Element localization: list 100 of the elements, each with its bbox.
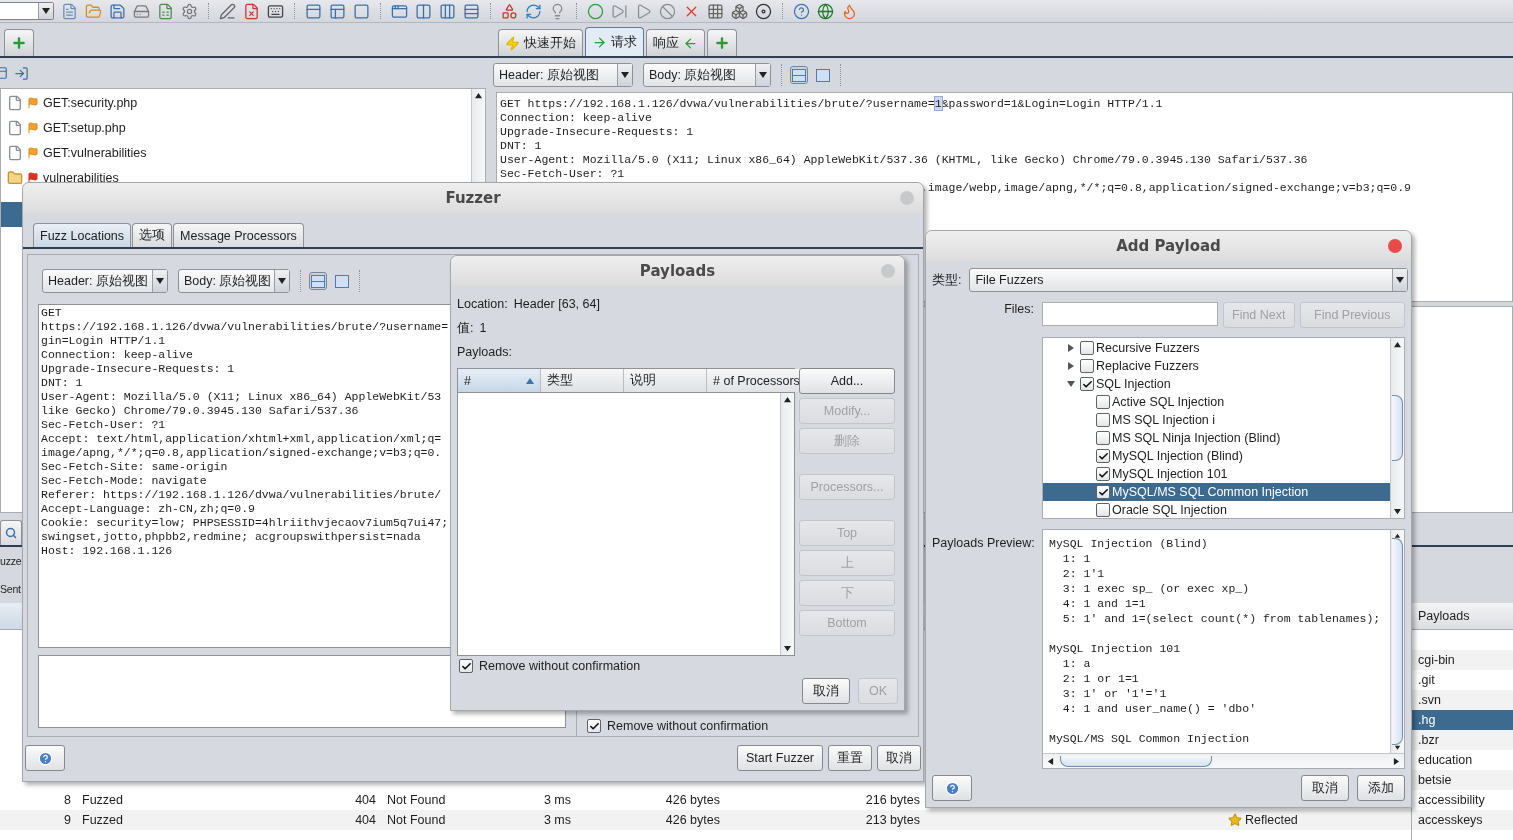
checkbox[interactable]	[587, 719, 601, 733]
drive-icon[interactable]	[133, 2, 150, 20]
checkbox[interactable]	[1096, 413, 1110, 427]
help-button[interactable]	[932, 775, 972, 801]
spreadsheet-icon[interactable]	[157, 2, 174, 20]
checkbox[interactable]	[1096, 467, 1110, 481]
checkbox[interactable]	[1096, 503, 1110, 517]
tab[interactable]: Message Processors	[173, 223, 304, 247]
checkbox[interactable]	[1080, 359, 1094, 373]
checkbox[interactable]	[1096, 485, 1110, 499]
list-item[interactable]: betsie	[1412, 770, 1513, 790]
add-tab-button[interactable]	[4, 29, 34, 56]
save-icon[interactable]	[109, 2, 126, 20]
checkbox[interactable]	[459, 659, 473, 673]
window-icon[interactable]	[391, 2, 408, 20]
flame-icon[interactable]	[841, 2, 858, 20]
tree-item[interactable]: vulnerabilities	[1, 165, 471, 190]
tree-item[interactable]: MS SQL Injection i	[1043, 411, 1390, 429]
help-button[interactable]	[25, 745, 65, 771]
type-select[interactable]: File Fuzzers	[969, 268, 1409, 292]
layout-toggle[interactable]	[333, 272, 351, 290]
vertical-scrollbar[interactable]	[1390, 338, 1404, 518]
list-item[interactable]: .hg	[1412, 710, 1513, 730]
tab[interactable]: 快速开始	[498, 29, 583, 56]
dialog-button[interactable]: Start Fuzzer	[736, 745, 823, 771]
document-icon[interactable]	[61, 2, 78, 20]
skip-icon[interactable]	[611, 2, 628, 20]
column-header[interactable]: 说明	[624, 369, 707, 392]
grid-icon[interactable]	[707, 2, 724, 20]
side-button[interactable]: Add...	[799, 368, 895, 394]
panel-icon[interactable]	[305, 2, 322, 20]
gear-icon[interactable]	[181, 2, 198, 20]
vertical-scrollbar[interactable]	[780, 393, 794, 655]
tree-item[interactable]: MySQL Injection 101	[1043, 465, 1390, 483]
tab[interactable]: 响应	[646, 29, 705, 56]
ban-icon[interactable]	[659, 2, 676, 20]
three-columns-icon[interactable]	[439, 2, 456, 20]
tree-item[interactable]: SQL Injection	[1043, 375, 1390, 393]
help-icon[interactable]	[793, 2, 810, 20]
search-tab[interactable]	[0, 520, 22, 545]
list-item[interactable]: .svn	[1412, 690, 1513, 710]
tree-item[interactable]: Recursive Fuzzers	[1043, 339, 1390, 357]
panels-icon[interactable]	[329, 2, 346, 20]
refresh-icon[interactable]	[525, 2, 542, 20]
list-item[interactable]: accesskeys	[1412, 810, 1513, 830]
tree-item[interactable]: GET:vulnerabilities	[1, 140, 471, 165]
header-view-select[interactable]: Header: 原始视图	[42, 269, 168, 293]
tree-item[interactable]: Oracle SQL Injection	[1043, 501, 1390, 519]
tree-item[interactable]: Active SQL Injection	[1043, 393, 1390, 411]
keyboard-icon[interactable]	[267, 2, 284, 20]
column-header[interactable]: Payloads	[1412, 603, 1513, 630]
boxes-icon[interactable]	[731, 2, 748, 20]
square-icon[interactable]	[353, 2, 370, 20]
layout-toggle[interactable]	[790, 66, 808, 84]
play-icon[interactable]	[635, 2, 652, 20]
layout-toggle[interactable]	[814, 66, 832, 84]
dialog-button[interactable]: 取消	[877, 745, 921, 771]
rows-icon[interactable]	[463, 2, 480, 20]
dialog-button[interactable]: 取消	[1301, 775, 1349, 801]
globe-icon[interactable]	[817, 2, 834, 20]
close-button[interactable]	[1388, 239, 1402, 253]
tree-item[interactable]: MS SQL Ninja Injection (Blind)	[1043, 429, 1390, 447]
tab[interactable]: 请求	[585, 27, 644, 56]
disc-icon[interactable]	[755, 2, 772, 20]
tree-item[interactable]: GET:security.php	[1, 90, 471, 115]
tree-item[interactable]: Replacive Fuzzers	[1043, 357, 1390, 375]
folder-icon[interactable]	[85, 2, 102, 20]
dialog-button[interactable]: 重置	[828, 745, 872, 771]
shapes-icon[interactable]	[501, 2, 518, 20]
header-view-select[interactable]: Header: 原始视图	[493, 63, 633, 87]
list-item[interactable]: .bzr	[1412, 730, 1513, 750]
column-header[interactable]: #	[458, 369, 541, 392]
file-x-icon[interactable]	[243, 2, 260, 20]
dialog-button[interactable]: 添加	[1357, 775, 1405, 801]
checkbox[interactable]	[1096, 431, 1110, 445]
vertical-scrollbar[interactable]	[1390, 530, 1404, 753]
circle-icon[interactable]	[587, 2, 604, 20]
body-view-select[interactable]: Body: 原始视图	[178, 269, 290, 293]
checkbox[interactable]	[1080, 377, 1094, 391]
tree-item[interactable]: GET:setup.php	[1, 115, 471, 140]
tab[interactable]: Fuzz Locations	[33, 223, 132, 247]
mode-dropdown[interactable]	[0, 2, 54, 20]
pen-icon[interactable]	[219, 2, 236, 20]
layout-toggle[interactable]	[309, 272, 327, 290]
body-view-select[interactable]: Body: 原始视图	[643, 63, 771, 87]
dialog-button[interactable]: 取消	[802, 678, 850, 704]
list-item[interactable]: cgi-bin	[1412, 650, 1513, 670]
add-tab-button[interactable]	[707, 29, 737, 56]
tab[interactable]: 选项	[132, 223, 173, 247]
horizontal-scrollbar[interactable]	[1043, 753, 1404, 768]
tree-item[interactable]: MySQL Injection (Blind)	[1043, 447, 1390, 465]
import-icon[interactable]	[14, 65, 29, 81]
columns-icon[interactable]	[415, 2, 432, 20]
checkbox[interactable]	[1080, 341, 1094, 355]
tree-item[interactable]: MySQL/MS SQL Common Injection	[1043, 483, 1390, 501]
tab-label[interactable]: uzze	[0, 555, 22, 567]
checkbox[interactable]	[1096, 395, 1110, 409]
files-field[interactable]	[1042, 302, 1218, 326]
column-header[interactable]: 类型	[541, 369, 624, 392]
checkbox[interactable]	[1096, 449, 1110, 463]
